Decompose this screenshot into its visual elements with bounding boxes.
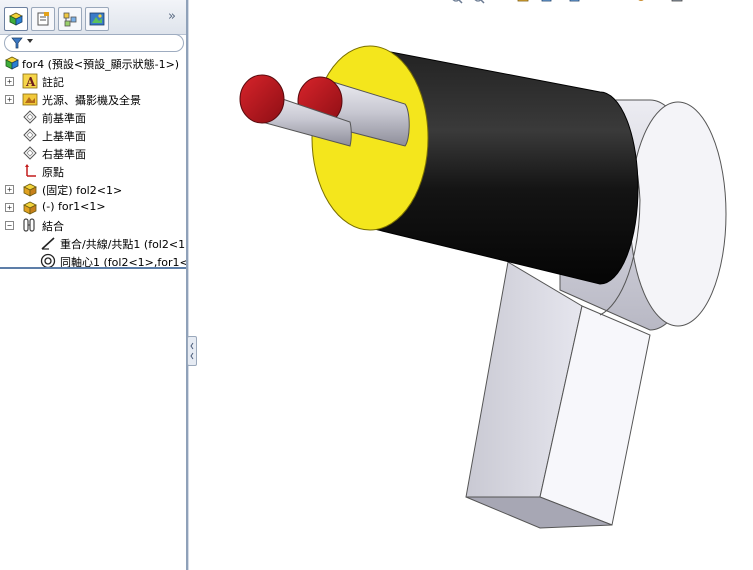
tree-item-label: 右基準面: [42, 148, 86, 161]
expand-toggle[interactable]: +: [5, 95, 14, 104]
lights-cameras-icon: [22, 93, 38, 106]
chevron-down-icon[interactable]: [27, 39, 33, 43]
filter-icon: [11, 37, 23, 49]
tree-item-front-plane[interactable]: 前基準面: [0, 108, 186, 126]
tree-item-right-plane[interactable]: 右基準面: [0, 144, 186, 162]
feature-manager-icon: [9, 12, 23, 26]
tree-item-mates[interactable]: − 結合: [0, 216, 186, 234]
tree-root-assembly[interactable]: for4 (預設<預設_顯示狀態-1>): [0, 54, 186, 72]
tree-item-top-plane[interactable]: 上基準面: [0, 126, 186, 144]
tree-item-lights-cameras[interactable]: + 光源、攝影機及全景: [0, 90, 186, 108]
tree-item-annotations[interactable]: + A 註記: [0, 72, 186, 90]
panel-tab-bar: »: [0, 0, 186, 35]
origin-icon: [25, 164, 36, 177]
feature-manager-tab[interactable]: [4, 7, 28, 31]
configuration-manager-tab[interactable]: [58, 7, 82, 31]
feature-filter-input[interactable]: [4, 34, 184, 52]
tree-item-coincident-mate[interactable]: 重合/共線/共點1 (fol2<1: [0, 234, 186, 252]
tree-item-label: 註記: [42, 76, 64, 89]
collapse-toggle[interactable]: −: [5, 221, 14, 230]
display-manager-icon: [89, 12, 105, 26]
configuration-manager-icon: [63, 12, 77, 27]
plane-icon: [23, 128, 37, 142]
tree-end-divider: [0, 267, 186, 269]
property-manager-tab[interactable]: [31, 7, 55, 31]
tree-item-label: 重合/共線/共點1 (fol2<1: [60, 238, 186, 251]
red-cap-rear: [239, 74, 285, 124]
tree-item-label: (-) for1<1>: [42, 200, 106, 213]
plane-icon: [23, 110, 37, 124]
tree-item-origin[interactable]: 原點: [0, 162, 186, 180]
display-manager-tab[interactable]: [85, 7, 109, 31]
part-icon: [23, 201, 37, 215]
coincident-mate-icon: [41, 237, 55, 250]
svg-text:A: A: [25, 75, 36, 89]
feature-manager-panel: » for4 (預設<預設_顯示狀態-1>) + A 註記 + 光源、攝影機及全…: [0, 0, 186, 570]
assembly-icon: [5, 56, 19, 70]
tree-root-label: for4 (預設<預設_顯示狀態-1>): [22, 58, 180, 71]
tree-item-label: 光源、攝影機及全景: [42, 94, 141, 107]
tree-item-label: 結合: [42, 220, 64, 233]
tree-item-label: 原點: [42, 166, 64, 179]
expand-toggle[interactable]: +: [5, 185, 14, 194]
annotations-icon: A: [22, 73, 38, 89]
expand-toggle[interactable]: +: [5, 77, 14, 86]
plane-icon: [23, 146, 37, 160]
expand-toggle[interactable]: +: [5, 203, 14, 212]
graphics-viewport[interactable]: [189, 0, 753, 570]
panel-expand-button[interactable]: »: [168, 9, 176, 24]
tree-item-label: 上基準面: [42, 130, 86, 143]
tree-item-for1[interactable]: + (-) for1<1>: [0, 198, 186, 216]
property-manager-icon: [37, 12, 49, 26]
part-icon: [23, 183, 37, 197]
black-cylinder[interactable]: [311, 45, 639, 285]
tree-item-label: 前基準面: [42, 112, 86, 125]
mates-icon: [23, 218, 35, 232]
tree-item-fol2[interactable]: + (固定) fol2<1>: [0, 180, 186, 198]
tree-item-label: (固定) fol2<1>: [42, 184, 123, 197]
